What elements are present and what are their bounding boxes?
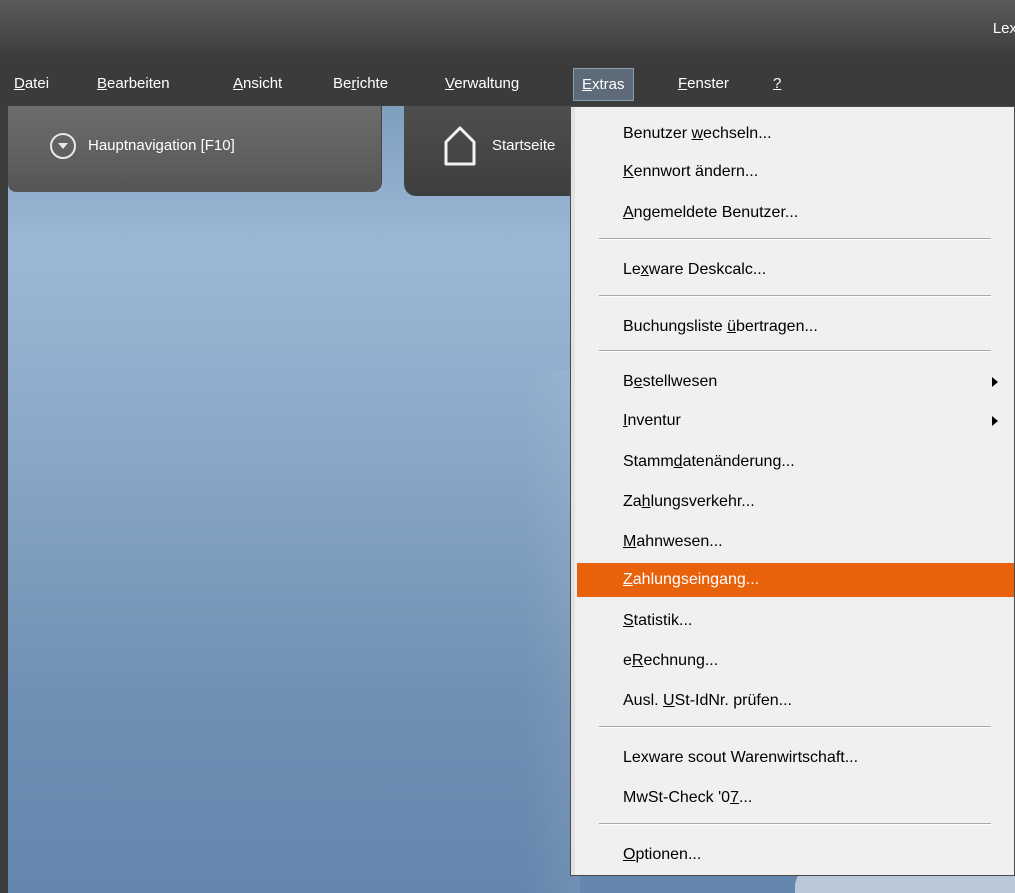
menu-extras[interactable]: Extras bbox=[573, 68, 634, 101]
start-page-tab[interactable]: Startseite bbox=[404, 106, 574, 196]
menu-item-buchungsliste[interactable]: Buchungsliste übertragen... bbox=[577, 310, 1014, 344]
main-navigation-label: Hauptnavigation [F10] bbox=[88, 137, 235, 154]
menu-separator bbox=[599, 823, 991, 825]
menu-ansicht[interactable]: Ansicht bbox=[233, 62, 282, 106]
menu-item-lexware-scout[interactable]: Lexware scout Warenwirtschaft... bbox=[577, 741, 1014, 775]
window-title: Lex bbox=[992, 20, 1015, 37]
menu-fenster[interactable]: Fenster bbox=[678, 62, 729, 106]
menu-item-benutzer-wechseln[interactable]: Benutzer wechseln... bbox=[577, 117, 1014, 151]
submenu-arrow-icon bbox=[992, 377, 998, 387]
menu-item-ust-idnr-pruefen[interactable]: Ausl. USt-IdNr. prüfen... bbox=[577, 684, 1014, 718]
menu-item-kennwort-aendern[interactable]: Kennwort ändern... bbox=[577, 155, 1014, 189]
menu-item-angemeldete-benutzer[interactable]: Angemeldete Benutzer... bbox=[577, 196, 1014, 230]
submenu-arrow-icon bbox=[992, 416, 998, 426]
menu-separator bbox=[599, 238, 991, 240]
window-border bbox=[0, 106, 8, 893]
menu-item-statistik[interactable]: Statistik... bbox=[577, 604, 1014, 638]
menu-item-zahlungsverkehr[interactable]: Zahlungsverkehr... bbox=[577, 485, 1014, 519]
menu-help[interactable]: ? bbox=[773, 62, 781, 106]
menu-bearbeiten[interactable]: Bearbeiten bbox=[97, 62, 170, 106]
menu-datei[interactable]: Datei bbox=[14, 62, 49, 106]
menu-verwaltung[interactable]: Verwaltung bbox=[445, 62, 519, 106]
menu-bar: Datei Bearbeiten Ansicht Berichte Verwal… bbox=[0, 62, 1015, 106]
menu-separator bbox=[599, 350, 991, 352]
menu-item-deskcalc[interactable]: Lexware Deskcalc... bbox=[577, 253, 1014, 287]
menu-item-erechnung[interactable]: eRechnung... bbox=[577, 644, 1014, 678]
menu-item-zahlungseingang[interactable]: Zahlungseingang... bbox=[577, 563, 1014, 597]
menu-item-mahnwesen[interactable]: Mahnwesen... bbox=[577, 525, 1014, 559]
title-bar: Lex bbox=[0, 0, 1015, 62]
chevron-down-circle-icon bbox=[50, 133, 76, 159]
menu-item-bestellwesen[interactable]: Bestellwesen bbox=[577, 365, 1014, 399]
extras-dropdown-menu: Benutzer wechseln... Kennwort ändern... … bbox=[570, 106, 1015, 876]
start-page-label: Startseite bbox=[492, 137, 556, 154]
menu-separator bbox=[599, 295, 991, 297]
menu-item-mwst-check[interactable]: MwSt-Check '07... bbox=[577, 781, 1014, 815]
main-navigation-button[interactable]: Hauptnavigation [F10] bbox=[8, 106, 382, 192]
menu-item-stammdatenaenderung[interactable]: Stammdatenänderung... bbox=[577, 445, 1014, 479]
menu-berichte[interactable]: Berichte bbox=[333, 62, 388, 106]
menu-item-inventur[interactable]: Inventur bbox=[577, 404, 1014, 438]
home-icon bbox=[444, 126, 476, 166]
menu-separator bbox=[599, 726, 991, 728]
menu-item-optionen[interactable]: Optionen... bbox=[577, 838, 1014, 872]
